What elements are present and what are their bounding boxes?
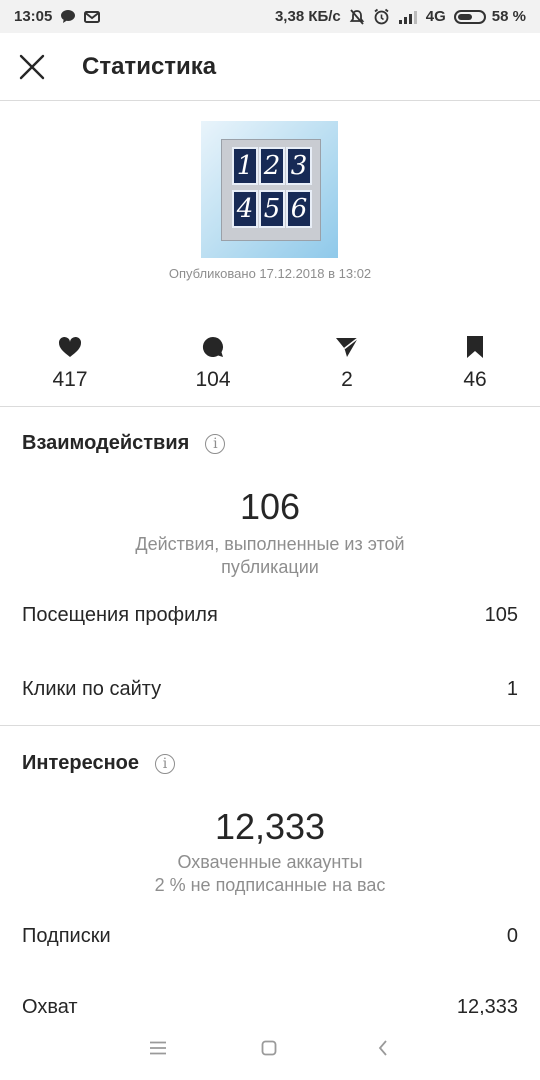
row-value: 105 (484, 604, 518, 626)
home-button[interactable] (254, 1035, 284, 1061)
published-date: Опубликовано 17.12.2018 в 13:02 (168, 266, 372, 281)
page-title: Статистика (82, 52, 217, 80)
back-icon (378, 1040, 387, 1056)
info-icon[interactable]: i (155, 753, 175, 774)
thumbnail-digit: 4 (232, 190, 258, 228)
likes-stat: 417 (25, 334, 115, 392)
app-header: Статистика (0, 33, 540, 101)
interactions-title: Взаимодействия (22, 432, 190, 454)
mail-icon (84, 10, 101, 24)
menu-button[interactable] (143, 1035, 173, 1061)
section-divider (0, 406, 540, 407)
saves-stat: 46 (430, 334, 520, 392)
caption-line: 2 % не подписанные на вас (154, 875, 386, 895)
saves-count: 46 (463, 368, 487, 391)
signal-icon (398, 10, 418, 24)
interactions-section-title: Взаимодействия i (22, 432, 226, 455)
caption-line: Действия, выполненные из этой (135, 534, 405, 554)
follows-row: Подписки 0 (22, 925, 518, 948)
post-thumbnail[interactable]: 1 2 3 4 5 6 (201, 121, 338, 258)
discovery-caption: Охваченные аккаунты 2 % не подписанные н… (90, 851, 450, 897)
network-type: 4G (425, 8, 446, 25)
row-value: 0 (506, 925, 518, 947)
interactions-total: 106 (239, 486, 301, 527)
battery-icon (453, 9, 486, 24)
stats-row: 417 104 2 46 (0, 334, 540, 406)
caption-line: публикации (221, 557, 319, 577)
mute-bell-icon (349, 8, 365, 25)
section-divider (0, 725, 540, 726)
discovery-total: 12,333 (214, 806, 326, 847)
thumbnail-digit: 5 (259, 190, 285, 228)
status-bar: 13:05 3,38 КБ/с 4G 58 % (0, 0, 540, 33)
thumbnail-digit: 2 (259, 147, 285, 185)
discovery-title: Интересное (22, 752, 139, 774)
likes-count: 417 (52, 368, 88, 391)
info-icon[interactable]: i (205, 433, 226, 454)
comments-count: 104 (195, 368, 231, 391)
shares-stat: 2 (302, 334, 392, 392)
thumbnail-digit: 1 (232, 147, 258, 185)
back-button[interactable] (368, 1035, 398, 1061)
caption-line: Охваченные аккаунты (177, 852, 363, 872)
shares-count: 2 (341, 368, 353, 391)
message-icon (60, 9, 76, 24)
row-label: Посещения профиля (22, 604, 218, 626)
discovery-section-title: Интересное i (22, 752, 175, 775)
heart-icon (25, 334, 115, 360)
battery-indicator: 58 % (453, 8, 526, 25)
send-icon (302, 334, 392, 360)
row-label: Подписки (22, 925, 111, 947)
thumbnail-digit: 6 (286, 190, 312, 228)
profile-visits-row: Посещения профиля 105 (22, 604, 518, 627)
menu-icon (150, 1041, 166, 1055)
network-speed: 3,38 КБ/с (274, 8, 341, 25)
status-time: 13:05 (14, 8, 53, 25)
thumbnail-card: 1 2 3 4 5 6 (221, 139, 321, 241)
row-label: Клики по сайту (22, 678, 162, 700)
system-nav-bar (0, 1015, 540, 1080)
website-clicks-row: Клики по сайту 1 (22, 678, 518, 701)
comments-stat: 104 (168, 334, 258, 392)
bookmark-icon (430, 334, 520, 360)
close-button[interactable] (0, 33, 64, 100)
alarm-icon (373, 8, 390, 25)
close-icon (19, 54, 45, 79)
interactions-caption: Действия, выполненные из этой публикации (90, 533, 450, 579)
row-value: 1 (506, 678, 518, 700)
battery-percent: 58 % (491, 8, 526, 25)
comment-icon (168, 334, 258, 360)
home-icon (261, 1040, 277, 1056)
thumbnail-digit: 3 (286, 147, 312, 185)
